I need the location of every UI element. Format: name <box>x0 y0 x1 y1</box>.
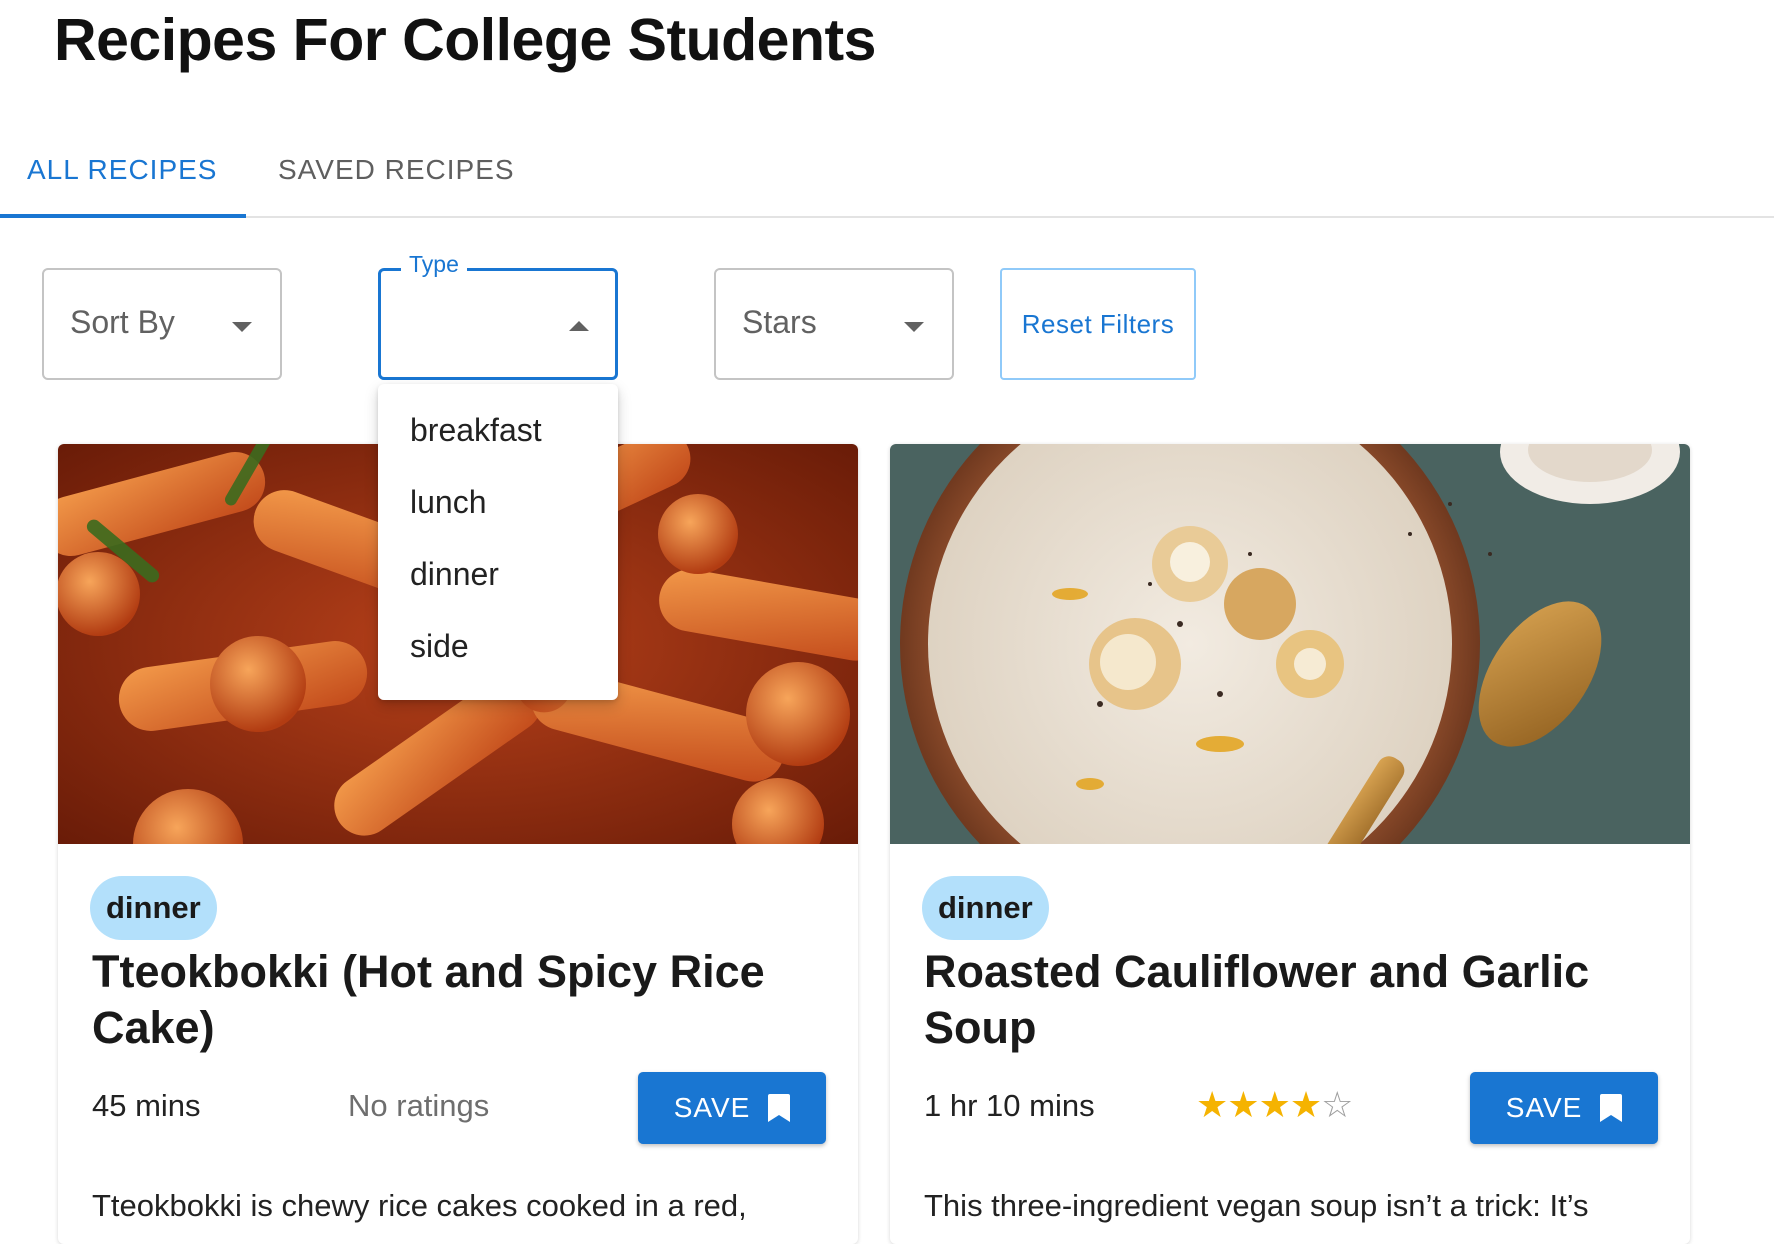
tab-saved-recipes[interactable]: SAVED RECIPES <box>278 132 515 218</box>
star-empty-icon: ☆ <box>1321 1084 1353 1125</box>
bookmark-icon <box>1600 1094 1623 1122</box>
rating-status: No ratings <box>348 1088 490 1123</box>
chevron-down-icon <box>904 322 924 332</box>
save-button-label: SAVE <box>673 1092 751 1123</box>
bookmark-icon <box>768 1094 791 1122</box>
tab-bar: ALL RECIPES SAVED RECIPES <box>0 132 1774 218</box>
save-button-label: SAVE <box>1505 1092 1583 1123</box>
star-filled-icon: ★ <box>1289 1084 1322 1125</box>
star-filled-icon: ★ <box>1227 1084 1259 1125</box>
star-filled-icon: ★ <box>1196 1084 1228 1125</box>
save-button[interactable]: SAVE <box>1470 1072 1658 1144</box>
active-tab-indicator <box>0 214 246 218</box>
save-button[interactable]: SAVE <box>638 1072 826 1144</box>
star-filled-icon: ★ <box>1258 1084 1291 1125</box>
type-select[interactable]: Type <box>378 251 618 380</box>
recipe-duration: 1 hr 10 mins <box>924 1088 1095 1123</box>
recipe-title[interactable]: Tteokbokki (Hot and Spicy Rice Cake) <box>92 944 832 1056</box>
sort-by-select[interactable]: Sort By <box>42 268 282 380</box>
type-dropdown-menu: breakfast lunch dinner side <box>378 384 618 700</box>
recipe-image <box>890 444 1690 844</box>
chevron-up-icon <box>569 321 589 331</box>
recipe-description: This three-ingredient vegan soup isn’t a… <box>924 1188 1589 1223</box>
stars-label: Stars <box>742 304 817 340</box>
type-label: Type <box>401 251 467 278</box>
tab-all-recipes[interactable]: ALL RECIPES <box>27 132 217 218</box>
recipe-duration: 45 mins <box>92 1088 201 1123</box>
type-chip: dinner <box>922 876 1049 940</box>
recipe-title[interactable]: Roasted Cauliflower and Garlic Soup <box>924 944 1664 1056</box>
type-option-lunch[interactable]: lunch <box>378 466 618 538</box>
stars-select[interactable]: Stars <box>714 268 954 380</box>
recipe-description: Tteokbokki is chewy rice cakes cooked in… <box>92 1188 747 1223</box>
star-rating: ★★★★☆ <box>1196 1084 1353 1126</box>
recipe-card: dinner Roasted Cauliflower and Garlic So… <box>890 444 1690 1244</box>
type-option-breakfast[interactable]: breakfast <box>378 394 618 466</box>
sort-by-label: Sort By <box>70 304 175 340</box>
type-option-side[interactable]: side <box>378 610 618 682</box>
type-option-dinner[interactable]: dinner <box>378 538 618 610</box>
type-chip: dinner <box>90 876 217 940</box>
chevron-down-icon <box>232 322 252 332</box>
reset-filters-button[interactable]: Reset Filters <box>1000 268 1196 380</box>
page-title: Recipes For College Students <box>54 7 877 73</box>
